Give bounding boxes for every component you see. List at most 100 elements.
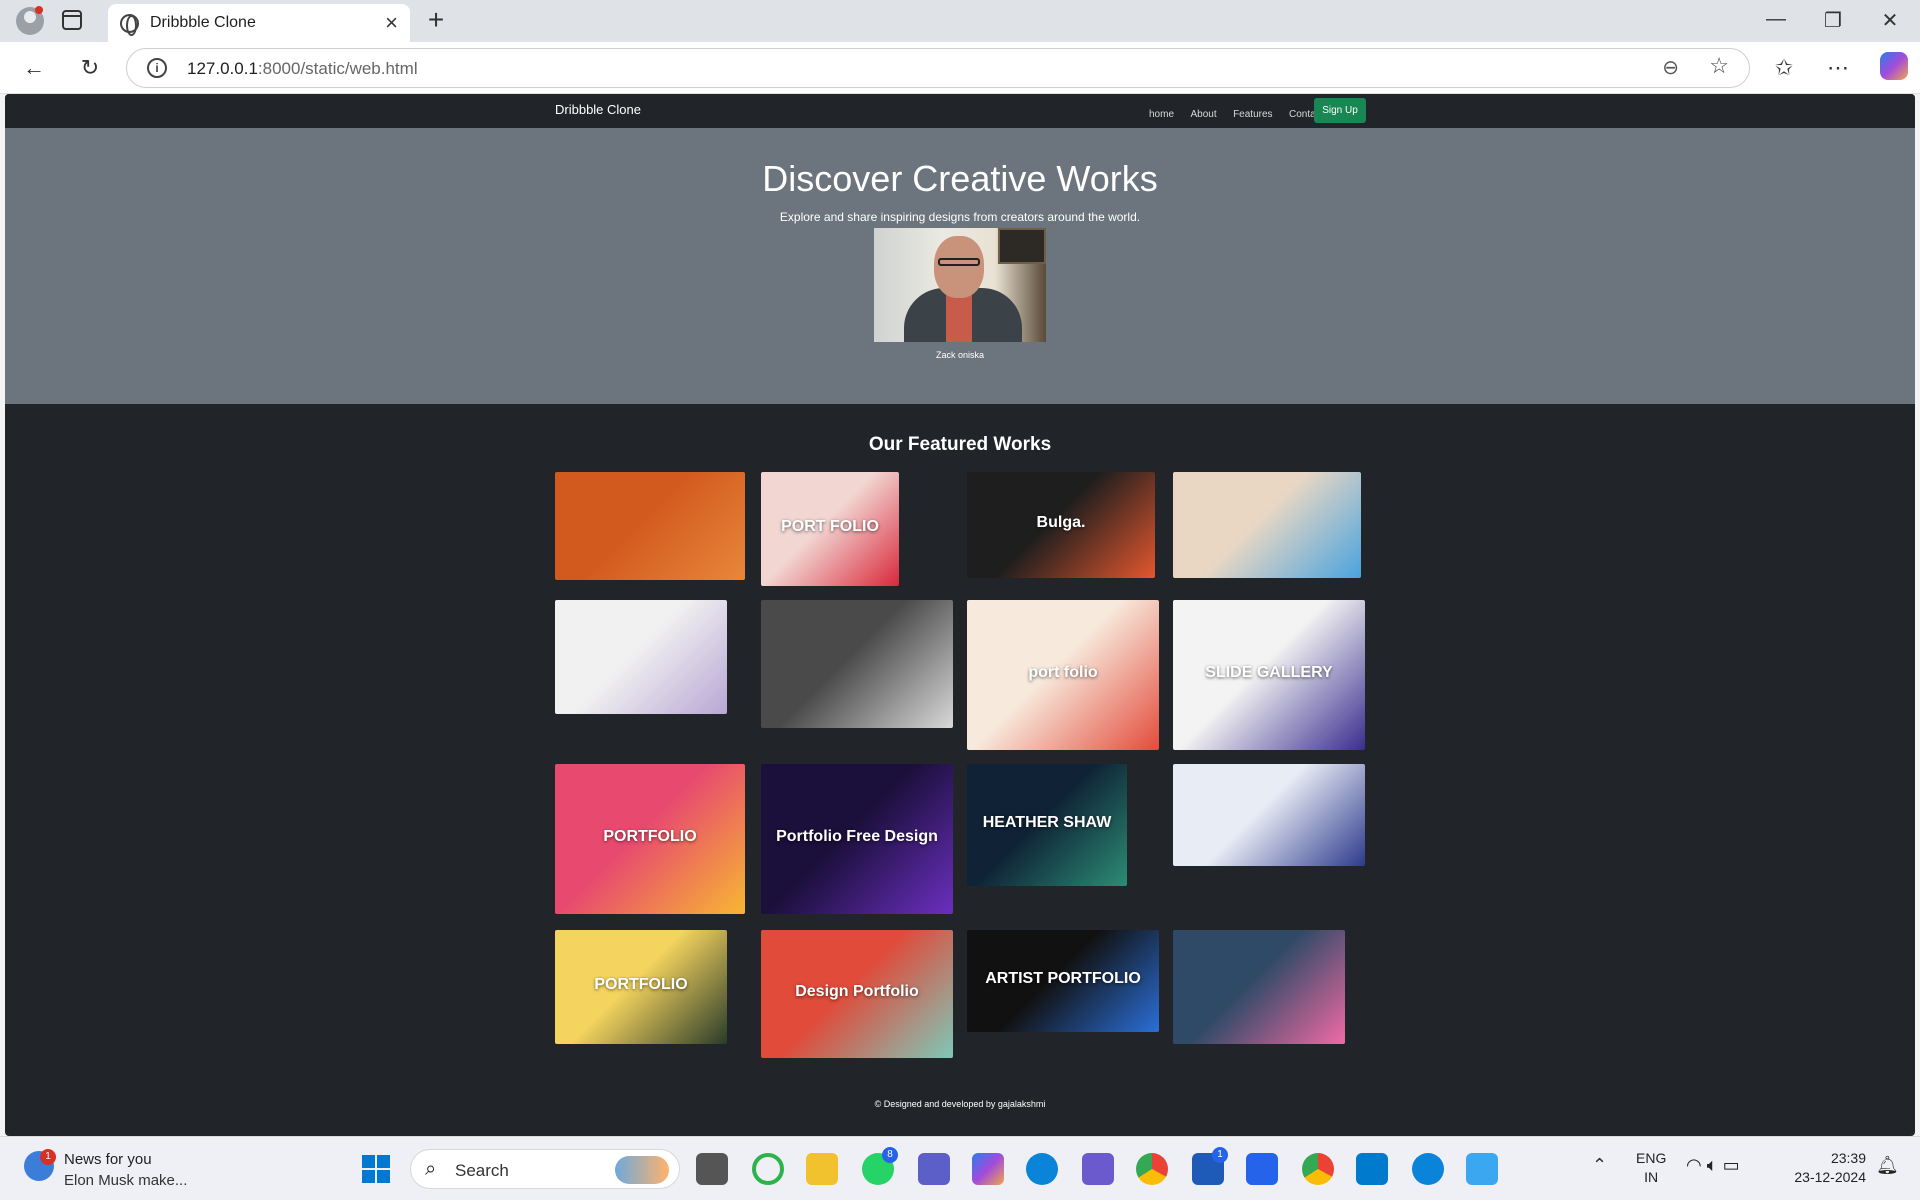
site-brand[interactable]: Dribbble Clone xyxy=(555,102,641,117)
portrait-wall-frame xyxy=(998,228,1046,264)
portrait-glasses xyxy=(938,258,980,266)
work-thumbnail[interactable]: HEATHER SHAW xyxy=(967,764,1127,886)
work-thumbnail[interactable]: PORT FOLIO xyxy=(761,472,899,586)
app-green-ring-icon[interactable] xyxy=(752,1153,784,1185)
tab-title: Dribbble Clone xyxy=(150,14,256,31)
lang-region: IN xyxy=(1644,1169,1659,1185)
search-highlight-image xyxy=(615,1156,669,1184)
work-thumbnail[interactable]: Bulga. xyxy=(967,472,1155,578)
favorite-star-icon[interactable]: ☆ xyxy=(1709,53,1729,79)
tab-strip: Dribbble Clone × + — ❐ ✕ xyxy=(0,0,1920,42)
hero-portrait-image xyxy=(874,228,1046,342)
clock-date: 23-12-2024 xyxy=(1794,1169,1866,1185)
nav-home[interactable]: home xyxy=(1149,109,1174,120)
browser-toolbar: ← ↻ i 127.0.0.1:8000/static/web.html ⊖ ☆… xyxy=(0,42,1920,94)
work-thumbnail[interactable]: port folio xyxy=(967,600,1159,750)
url-host: 127.0.0.1 xyxy=(187,59,258,78)
site-footer: © Designed and developed by gajalakshmi xyxy=(874,1099,1046,1109)
work-thumbnail[interactable]: Design Portfolio xyxy=(761,930,953,1058)
signup-button[interactable]: Sign Up xyxy=(1314,98,1366,123)
close-window-button[interactable]: ✕ xyxy=(1870,8,1910,33)
url-path: :8000/static/web.html xyxy=(257,59,418,78)
work-thumbnail[interactable]: Portfolio Free Design xyxy=(761,764,953,914)
url-text[interactable]: 127.0.0.1:8000/static/web.html xyxy=(187,59,418,79)
work-thumbnail-label: PORTFOLIO xyxy=(594,976,688,993)
work-thumbnail[interactable]: SLIDE GALLERY xyxy=(1173,600,1365,750)
work-thumbnail[interactable] xyxy=(761,600,953,728)
close-tab-icon[interactable]: × xyxy=(385,10,398,36)
work-thumbnail[interactable] xyxy=(1173,472,1361,578)
active-tab[interactable]: Dribbble Clone × xyxy=(108,4,410,42)
hero-section: Discover Creative Works Explore and shar… xyxy=(5,128,1915,404)
profile-notification-dot xyxy=(35,6,43,14)
site-info-icon[interactable]: i xyxy=(147,58,167,78)
news-subtitle[interactable]: Elon Musk make... xyxy=(64,1172,187,1189)
work-thumbnail[interactable] xyxy=(555,472,745,580)
work-thumbnail[interactable] xyxy=(1173,764,1365,866)
work-thumbnail[interactable]: PORTFOLIO xyxy=(555,930,727,1044)
hero-subtitle: Explore and share inspiring designs from… xyxy=(779,210,1141,224)
chrome-icon[interactable] xyxy=(1136,1153,1168,1185)
portrait-head xyxy=(934,236,984,298)
search-icon: ⌕ xyxy=(425,1158,437,1180)
volume-icon: 🔈︎ xyxy=(1706,1155,1718,1175)
work-thumbnail-label: PORT FOLIO xyxy=(781,518,879,535)
copilot-app-icon[interactable] xyxy=(972,1153,1004,1185)
clock[interactable]: 23:39 23-12-2024 xyxy=(1786,1149,1866,1187)
tab-actions-icon[interactable] xyxy=(62,10,82,30)
hero-title: Discover Creative Works xyxy=(762,158,1158,199)
news-title[interactable]: News for you xyxy=(64,1151,152,1168)
edge-active-icon[interactable] xyxy=(1026,1153,1058,1185)
work-thumbnail-label: Design Portfolio xyxy=(795,983,919,1000)
work-thumbnail[interactable] xyxy=(1173,930,1345,1044)
web-page: Dribbble Clone home About Features Conta… xyxy=(5,94,1915,1136)
reload-button[interactable]: ↻ xyxy=(74,52,106,84)
portrait-caption: Zack oniska xyxy=(935,350,985,360)
featured-heading: Our Featured Works xyxy=(868,434,1052,455)
site-navbar: Dribbble Clone home About Features Conta… xyxy=(5,94,1915,128)
copilot-icon[interactable] xyxy=(1880,52,1908,80)
work-thumbnail-label: PORTFOLIO xyxy=(603,828,697,845)
globe-icon xyxy=(120,14,139,36)
work-thumbnail[interactable]: PORTFOLIO xyxy=(555,764,745,914)
language-indicator[interactable]: ENG IN xyxy=(1636,1149,1666,1187)
nav-links: home About Features Contact xyxy=(1149,104,1335,122)
work-thumbnail-label: Portfolio Free Design xyxy=(776,828,938,845)
file-explorer-icon[interactable] xyxy=(806,1153,838,1185)
whatsapp-badge: 8 xyxy=(882,1147,898,1163)
wifi-icon: ◠ xyxy=(1686,1155,1702,1175)
taskbar-search[interactable]: ⌕ Search xyxy=(410,1149,680,1189)
address-bar[interactable]: i 127.0.0.1:8000/static/web.html ⊖ ☆ xyxy=(126,48,1750,88)
app-a-icon[interactable] xyxy=(1082,1153,1114,1185)
new-tab-button[interactable]: + xyxy=(420,4,452,36)
minimize-button[interactable]: — xyxy=(1756,8,1796,31)
work-thumbnail-label: SLIDE GALLERY xyxy=(1205,664,1333,681)
browser-window: Dribbble Clone × + — ❐ ✕ ← ↻ i 127.0.0.1… xyxy=(0,0,1920,1200)
restore-button[interactable]: ❐ xyxy=(1813,8,1853,33)
notification-bell-icon[interactable]: 🔔︎ xyxy=(1876,1155,1899,1176)
back-button[interactable]: ← xyxy=(18,52,50,84)
search-label: Search xyxy=(455,1161,509,1180)
system-tray-icons[interactable]: ◠ 🔈︎ ▭ xyxy=(1686,1155,1740,1176)
nav-about[interactable]: About xyxy=(1190,109,1216,120)
task-view-icon[interactable] xyxy=(696,1153,728,1185)
edge-icon[interactable] xyxy=(1412,1153,1444,1185)
chrome-profile-icon[interactable] xyxy=(1302,1153,1334,1185)
work-thumbnail-label: ARTIST PORTFOLIO xyxy=(985,970,1141,987)
work-thumbnail[interactable] xyxy=(555,600,727,714)
favorites-icon[interactable]: ✩ xyxy=(1768,52,1800,84)
more-options-icon[interactable]: ⋯ xyxy=(1822,52,1854,84)
app-l-badge: 1 xyxy=(1212,1147,1228,1163)
nav-features[interactable]: Features xyxy=(1233,109,1272,120)
work-thumbnail[interactable]: ARTIST PORTFOLIO xyxy=(967,930,1159,1032)
news-badge: 1 xyxy=(40,1149,56,1165)
start-windows-icon[interactable] xyxy=(362,1155,390,1183)
vscode-icon[interactable] xyxy=(1356,1153,1388,1185)
zoom-icon[interactable]: ⊖ xyxy=(1662,55,1679,80)
photos-icon[interactable] xyxy=(1466,1153,1498,1185)
teams-icon[interactable] xyxy=(918,1153,950,1185)
portrait-shirt xyxy=(946,294,972,342)
taskbar: 1 News for you Elon Musk make... ⌕ Searc… xyxy=(0,1136,1920,1200)
chevron-up-icon[interactable]: ⌃ xyxy=(1592,1155,1607,1176)
microsoft-store-icon[interactable] xyxy=(1246,1153,1278,1185)
